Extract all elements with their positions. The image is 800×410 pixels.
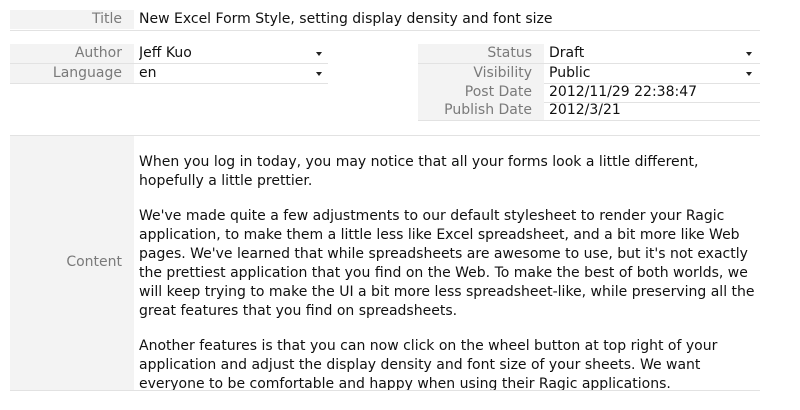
author-label: Author [10,44,134,63]
content-paragraph: When you log in today, you may notice th… [139,154,699,189]
content-label: Content [66,254,122,270]
status-label: Status [418,44,544,63]
title-field[interactable]: New Excel Form Style, setting display de… [139,10,759,29]
visibility-label: Visibility [418,64,544,83]
visibility-caret-down-icon[interactable] [746,72,752,76]
publish-date-underline [418,120,760,121]
author-select[interactable]: Jeff Kuo [139,44,309,63]
language-label: Language [10,64,134,83]
visibility-select[interactable]: Public [549,64,739,83]
publish-date-field[interactable]: 2012/3/21 [549,101,759,120]
post-date-label: Post Date [418,83,544,102]
status-select[interactable]: Draft [549,44,739,63]
language-underline [10,83,328,84]
content-topline [10,135,760,136]
title-label: Title [10,10,134,29]
title-underline [10,30,760,31]
author-caret-down-icon[interactable] [316,52,322,56]
publish-date-label: Publish Date [418,101,544,120]
content-underline [10,390,760,391]
content-paragraph: We've made quite a few adjustments to ou… [139,208,755,319]
language-caret-down-icon[interactable] [316,72,322,76]
content-body[interactable]: When you log in today, you may notice th… [139,153,759,410]
language-select[interactable]: en [139,64,309,83]
post-date-value: 2012/11/29 22:38:47 [549,84,698,100]
status-caret-down-icon[interactable] [746,52,752,56]
content-paragraph: Another features is that you can now cli… [139,338,718,392]
